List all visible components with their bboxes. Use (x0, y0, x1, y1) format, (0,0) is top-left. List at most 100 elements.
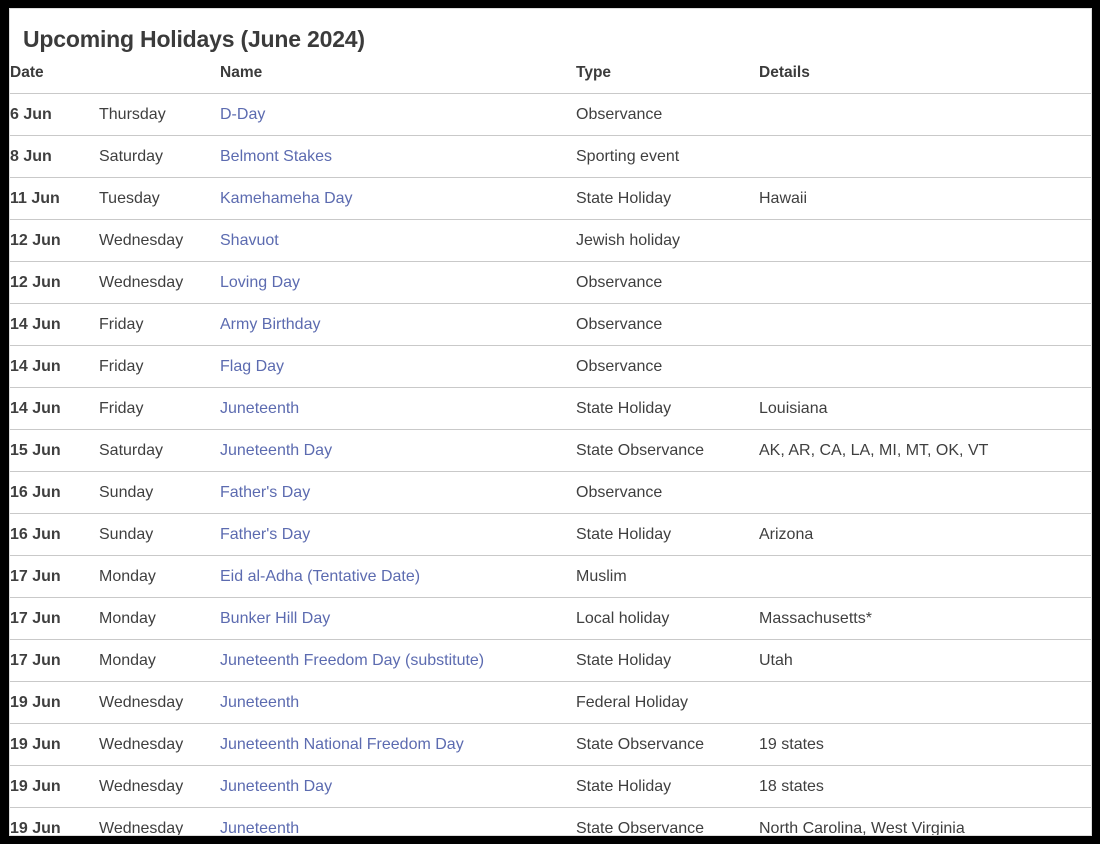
cell-weekday: Thursday (99, 94, 220, 136)
table-row: 19 JunWednesdayJuneteenth Day State Holid… (10, 766, 1091, 808)
holiday-link[interactable]: Juneteenth Day (220, 778, 332, 795)
cell-name: Juneteenth Day (220, 766, 576, 808)
holiday-link[interactable]: Juneteenth (220, 400, 299, 417)
cell-details: North Carolina, West Virginia (759, 808, 1091, 837)
cell-details (759, 346, 1091, 388)
cell-weekday: Wednesday (99, 808, 220, 837)
cell-details: Massachusetts* (759, 598, 1091, 640)
holiday-link[interactable]: Eid al-Adha (Tentative Date) (220, 568, 420, 585)
cell-weekday: Friday (99, 346, 220, 388)
cell-details (759, 682, 1091, 724)
table-row: 8 JunSaturdayBelmont StakesSporting even… (10, 136, 1091, 178)
holiday-link[interactable]: D-Day (220, 106, 265, 123)
cell-type: State Holiday (576, 640, 759, 682)
holiday-link[interactable]: Juneteenth (220, 820, 299, 837)
cell-name: Loving Day (220, 262, 576, 304)
cell-date: 14 Jun (10, 304, 99, 346)
cell-date: 19 Jun (10, 766, 99, 808)
cell-name: Juneteenth National Freedom Day (220, 724, 576, 766)
table-row: 12 JunWednesdayLoving DayObservance (10, 262, 1091, 304)
table-row: 11 JunTuesdayKamehameha Day State Holiday… (10, 178, 1091, 220)
cell-weekday: Wednesday (99, 682, 220, 724)
table-row: 17 JunMondayBunker Hill DayLocal holiday… (10, 598, 1091, 640)
page-title: Upcoming Holidays (June 2024) (10, 9, 1091, 55)
table-row: 14 JunFridayJuneteenthState HolidayLouis… (10, 388, 1091, 430)
cell-weekday: Wednesday (99, 766, 220, 808)
card-content: Upcoming Holidays (June 2024) Date Name … (10, 9, 1091, 836)
cell-date: 17 Jun (10, 556, 99, 598)
cell-details (759, 262, 1091, 304)
table-row: 6 JunThursdayD-DayObservance (10, 94, 1091, 136)
column-header-type[interactable]: Type (576, 64, 759, 94)
cell-weekday: Sunday (99, 472, 220, 514)
cell-weekday: Monday (99, 556, 220, 598)
holiday-link[interactable]: Belmont Stakes (220, 148, 332, 165)
holidays-card: Upcoming Holidays (June 2024) Date Name … (9, 8, 1092, 836)
holiday-link[interactable]: Juneteenth Day (220, 442, 332, 459)
cell-details: Louisiana (759, 388, 1091, 430)
holiday-link[interactable]: Father's Day (220, 484, 310, 501)
holiday-link[interactable]: Kamehameha Day (220, 190, 353, 207)
cell-type: Observance (576, 346, 759, 388)
cell-weekday: Tuesday (99, 178, 220, 220)
cell-details (759, 94, 1091, 136)
table-head: Date Name Type Details (10, 64, 1091, 94)
table-row: 14 JunFridayArmy BirthdayObservance (10, 304, 1091, 346)
cell-name: Juneteenth (220, 388, 576, 430)
cell-name: Kamehameha Day (220, 178, 576, 220)
cell-details (759, 556, 1091, 598)
cell-date: 12 Jun (10, 262, 99, 304)
cell-type: State Holiday (576, 178, 759, 220)
cell-weekday: Monday (99, 598, 220, 640)
cell-weekday: Monday (99, 640, 220, 682)
column-header-weekday (99, 64, 220, 94)
cell-name: Shavuot (220, 220, 576, 262)
cell-weekday: Wednesday (99, 724, 220, 766)
holiday-link[interactable]: Juneteenth National Freedom Day (220, 736, 464, 753)
cell-name: Flag Day (220, 346, 576, 388)
cell-type: Observance (576, 262, 759, 304)
table-row: 16 JunSundayFather's DayObservance (10, 472, 1091, 514)
cell-weekday: Friday (99, 388, 220, 430)
cell-date: 19 Jun (10, 682, 99, 724)
table-row: 19 JunWednesdayJuneteenth National Freed… (10, 724, 1091, 766)
column-header-name[interactable]: Name (220, 64, 576, 94)
holiday-link[interactable]: Shavuot (220, 232, 279, 249)
holiday-link[interactable]: Army Birthday (220, 316, 320, 333)
table-header-row: Date Name Type Details (10, 64, 1091, 94)
holiday-link[interactable]: Juneteenth Freedom Day (substitute) (220, 652, 484, 669)
cell-weekday: Sunday (99, 514, 220, 556)
cell-details (759, 136, 1091, 178)
cell-date: 15 Jun (10, 430, 99, 472)
cell-type: Muslim (576, 556, 759, 598)
cell-type: Federal Holiday (576, 682, 759, 724)
cell-name: Juneteenth (220, 682, 576, 724)
cell-details: Utah (759, 640, 1091, 682)
holiday-link[interactable]: Loving Day (220, 274, 300, 291)
cell-details (759, 472, 1091, 514)
holiday-link[interactable]: Juneteenth (220, 694, 299, 711)
cell-details (759, 220, 1091, 262)
cell-name: Belmont Stakes (220, 136, 576, 178)
column-header-date[interactable]: Date (10, 64, 99, 94)
cell-date: 19 Jun (10, 808, 99, 837)
table-row: 14 JunFridayFlag Day Observance (10, 346, 1091, 388)
cell-date: 16 Jun (10, 472, 99, 514)
cell-details: 18 states (759, 766, 1091, 808)
cell-type: Observance (576, 94, 759, 136)
cell-date: 11 Jun (10, 178, 99, 220)
cell-name: Juneteenth Day (220, 430, 576, 472)
table-body: 6 JunThursdayD-DayObservance8 JunSaturda… (10, 94, 1091, 837)
table-row: 19 JunWednesdayJuneteenthState Observanc… (10, 808, 1091, 837)
cell-date: 12 Jun (10, 220, 99, 262)
column-header-details[interactable]: Details (759, 64, 1091, 94)
cell-date: 14 Jun (10, 346, 99, 388)
cell-name: Juneteenth (220, 808, 576, 837)
holiday-link[interactable]: Bunker Hill Day (220, 610, 330, 627)
holiday-link[interactable]: Flag Day (220, 358, 284, 375)
cell-details: 19 states (759, 724, 1091, 766)
holiday-link[interactable]: Father's Day (220, 526, 310, 543)
cell-type: State Holiday (576, 766, 759, 808)
cell-date: 8 Jun (10, 136, 99, 178)
cell-weekday: Wednesday (99, 220, 220, 262)
